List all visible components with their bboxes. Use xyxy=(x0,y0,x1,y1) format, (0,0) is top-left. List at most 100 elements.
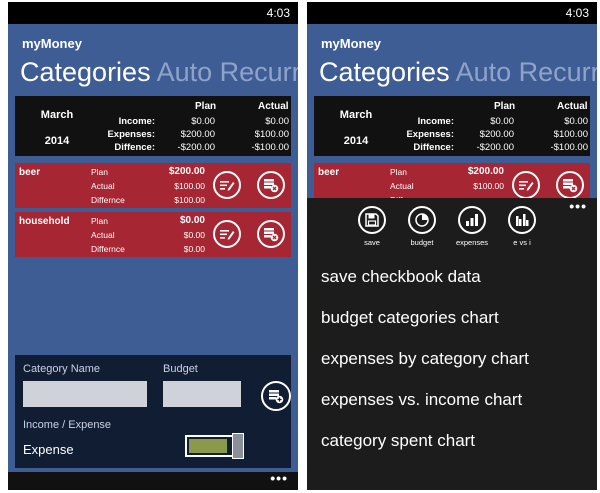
menu-item-expenses-chart[interactable]: expenses by category chart xyxy=(321,348,529,389)
plan-header: Plan xyxy=(494,101,516,112)
summary-year: 2014 xyxy=(343,135,369,147)
pivot-header: Categories Auto Recurr xyxy=(20,57,298,88)
summary-panel: March 2014 Plan Actual Income: $0.00 $0.… xyxy=(15,96,291,156)
pivot-auto-recurring[interactable]: Auto Recurr xyxy=(157,57,298,87)
category-row-beer[interactable]: beer Plan Actual Differnce $200.00 $100.… xyxy=(15,163,291,208)
delete-icon xyxy=(264,179,279,193)
edit-category-button[interactable] xyxy=(213,171,241,199)
income-actual: $0.00 xyxy=(265,116,289,127)
income-actual: $0.00 xyxy=(564,116,588,127)
income-plan: $0.00 xyxy=(191,116,215,127)
edit-category-button[interactable] xyxy=(213,220,241,248)
edit-icon xyxy=(220,181,235,191)
add-category-form: Category Name Budget Income / Expense Ex… xyxy=(15,355,291,468)
menu-item-category-spent[interactable]: category spent chart xyxy=(321,430,529,471)
e-vs-i-label: e vs i xyxy=(513,238,531,247)
income-expense-toggle[interactable] xyxy=(185,433,244,459)
menu-item-save-checkbook[interactable]: save checkbook data xyxy=(321,266,529,307)
actual-header: Actual xyxy=(557,101,588,112)
plan-value: $0.00 xyxy=(179,215,205,226)
pie-chart-icon xyxy=(408,206,436,234)
category-row-household[interactable]: household Plan Actual Differnce $0.00 $0… xyxy=(15,212,291,257)
actual-value: $100.00 xyxy=(473,181,504,191)
actual-value: $0.00 xyxy=(183,230,205,240)
budget-label: budget xyxy=(410,238,434,247)
income-label: Income: xyxy=(118,116,155,127)
save-label: save xyxy=(364,238,380,247)
bar-chart-icon xyxy=(458,206,486,234)
pivot-categories[interactable]: Categories xyxy=(20,57,151,87)
expenses-plan: $200.00 xyxy=(479,129,514,140)
delete-category-button[interactable] xyxy=(556,171,584,199)
income-label: Income: xyxy=(417,116,454,127)
menu-item-budget-chart[interactable]: budget categories chart xyxy=(321,307,529,348)
pivot-categories[interactable]: Categories xyxy=(319,57,450,87)
more-dots-icon[interactable]: ••• xyxy=(569,198,587,214)
right-screen: 4:03 myMoney Categories Auto Recurr March… xyxy=(307,2,597,490)
status-bar: 4:03 xyxy=(8,2,298,24)
menu-items: save checkbook data budget categories ch… xyxy=(321,266,529,471)
difference-label: Differnce xyxy=(91,195,125,205)
app-bar-menu: ••• save budget expenses e vs i save che… xyxy=(307,198,597,490)
app-bar-icons: save budget expenses e vs i xyxy=(347,206,547,252)
income-plan: $0.00 xyxy=(490,116,514,127)
difference-label: Diffence: xyxy=(114,142,155,153)
expenses-actual: $100.00 xyxy=(553,129,588,140)
plan-value: $200.00 xyxy=(168,166,205,177)
actual-header: Actual xyxy=(258,101,289,112)
expenses-label: expenses xyxy=(455,238,489,247)
add-category-button[interactable] xyxy=(261,381,291,411)
delete-icon xyxy=(264,228,279,242)
app-title: myMoney xyxy=(321,36,381,51)
plan-label: Plan xyxy=(91,216,109,226)
delete-category-button[interactable] xyxy=(257,171,285,199)
category-name-label: Category Name xyxy=(23,363,101,375)
plan-label: Plan xyxy=(390,167,408,177)
summary-year: 2014 xyxy=(44,135,70,147)
category-name-input[interactable] xyxy=(23,381,147,407)
expenses-label: Expenses: xyxy=(406,129,454,140)
income-expense-label: Income / Expense xyxy=(23,419,112,431)
pivot-auto-recurring[interactable]: Auto Recurr xyxy=(456,57,597,87)
budget-input[interactable] xyxy=(163,381,241,407)
actual-label: Actual xyxy=(91,230,115,240)
expenses-plan: $200.00 xyxy=(180,129,215,140)
expenses-actual: $100.00 xyxy=(254,129,289,140)
left-screen: 4:03 myMoney Categories Auto Recurr March… xyxy=(8,2,298,490)
actual-value: $100.00 xyxy=(174,181,205,191)
expenses-button[interactable]: expenses xyxy=(447,206,497,247)
difference-value: $100.00 xyxy=(174,195,205,205)
toggle-fill xyxy=(189,439,227,453)
category-name: beer xyxy=(318,167,340,178)
status-time: 4:03 xyxy=(266,6,290,20)
edit-icon xyxy=(519,181,534,191)
grouped-bar-chart-icon xyxy=(508,206,536,234)
difference-label: Diffence: xyxy=(413,142,454,153)
budget-label: Budget xyxy=(163,363,198,375)
plan-label: Plan xyxy=(91,167,109,177)
actual-label: Actual xyxy=(91,181,115,191)
budget-button[interactable]: budget xyxy=(397,206,447,247)
summary-month: March xyxy=(339,109,373,121)
status-bar: 4:03 xyxy=(307,2,597,24)
difference-plan: -$200.00 xyxy=(177,142,215,153)
menu-item-expenses-vs-income[interactable]: expenses vs. income chart xyxy=(321,389,529,430)
e-vs-i-button[interactable]: e vs i xyxy=(497,206,547,247)
type-value: Expense xyxy=(23,442,74,457)
floppy-disk-icon xyxy=(358,206,386,234)
actual-label: Actual xyxy=(390,181,414,191)
plan-header: Plan xyxy=(195,101,217,112)
toggle-thumb[interactable] xyxy=(232,433,244,459)
save-button[interactable]: save xyxy=(347,206,397,247)
difference-actual: -$100.00 xyxy=(251,142,289,153)
more-dots-icon[interactable]: ••• xyxy=(270,470,288,486)
pivot-header: Categories Auto Recurr xyxy=(319,57,597,88)
edit-category-button[interactable] xyxy=(512,171,540,199)
difference-label: Differnce xyxy=(91,244,125,254)
difference-actual: -$100.00 xyxy=(550,142,588,153)
delete-category-button[interactable] xyxy=(257,220,285,248)
summary-panel: March 2014 Plan Actual Income: $0.00 $0.… xyxy=(314,96,590,156)
plan-value: $200.00 xyxy=(467,166,504,177)
app-bar: ••• xyxy=(8,470,298,490)
expenses-label: Expenses: xyxy=(107,129,155,140)
